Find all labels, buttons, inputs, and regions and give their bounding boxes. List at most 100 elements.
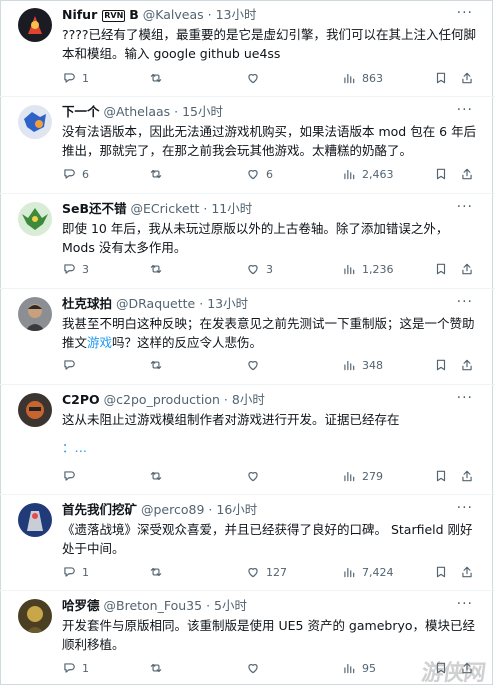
avatar[interactable] bbox=[18, 393, 52, 427]
display-name[interactable]: Nifur bbox=[62, 7, 97, 22]
handle[interactable]: @DRaquette bbox=[116, 296, 195, 311]
tweet[interactable]: SeB还不错 @ECrickett · 11小时 ··· 即使 10 年后，我从… bbox=[0, 194, 495, 289]
handle[interactable]: @ECrickett bbox=[131, 201, 200, 216]
retweet-button[interactable] bbox=[149, 467, 169, 485]
like-button[interactable] bbox=[246, 659, 266, 677]
bookmark-button[interactable] bbox=[434, 356, 448, 374]
views-button[interactable]: 279 bbox=[342, 467, 383, 485]
views-button[interactable]: 2,463 bbox=[342, 165, 394, 183]
bookmark-button[interactable] bbox=[434, 165, 448, 183]
tweet[interactable]: 首先我们挖矿 @perco89 · 16小时 ··· 《遗落战境》深受观众喜爱，… bbox=[0, 495, 495, 591]
timestamp[interactable]: 15小时 bbox=[182, 104, 223, 119]
reply-button[interactable] bbox=[62, 356, 82, 374]
views-button[interactable]: 1,236 bbox=[342, 260, 394, 278]
reply-icon bbox=[64, 567, 75, 577]
tweet-text-part: 吗？这样的反应令人悲伤。 bbox=[112, 335, 263, 350]
like-button[interactable]: 6 bbox=[246, 165, 273, 183]
timestamp[interactable]: 11小时 bbox=[211, 201, 252, 216]
reply-count: 1 bbox=[82, 71, 89, 85]
hashtag-link[interactable]: 游戏 bbox=[87, 335, 112, 350]
more-options-icon[interactable]: ··· bbox=[457, 597, 473, 611]
avatar[interactable] bbox=[18, 105, 52, 139]
views-button[interactable]: 95 bbox=[342, 659, 376, 677]
share-button[interactable] bbox=[460, 563, 474, 581]
share-button[interactable] bbox=[460, 260, 474, 278]
like-button[interactable] bbox=[246, 356, 266, 374]
reply-button[interactable]: 3 bbox=[62, 260, 89, 278]
tweet[interactable]: Nifur RVN B @Kalveas · 13小时 ··· ????已经有了… bbox=[0, 0, 495, 97]
retweet-button[interactable] bbox=[149, 659, 169, 677]
timestamp[interactable]: 5小时 bbox=[214, 598, 247, 613]
more-options-icon[interactable]: ··· bbox=[457, 6, 473, 20]
timestamp[interactable]: 13小时 bbox=[207, 296, 248, 311]
display-name[interactable]: 杜克球拍 bbox=[62, 296, 112, 311]
truncated-link[interactable]: ：… bbox=[62, 438, 477, 457]
display-name[interactable]: SeB还不错 bbox=[62, 201, 127, 216]
views-icon bbox=[344, 360, 355, 371]
like-button[interactable] bbox=[246, 69, 266, 87]
share-icon bbox=[462, 72, 472, 84]
views-icon bbox=[344, 567, 355, 578]
more-options-icon[interactable]: ··· bbox=[457, 103, 473, 117]
like-button[interactable] bbox=[246, 467, 266, 485]
display-name[interactable]: 下一个 bbox=[62, 104, 100, 119]
bookmark-icon bbox=[436, 470, 446, 482]
share-button[interactable] bbox=[460, 165, 474, 183]
share-button[interactable] bbox=[460, 356, 474, 374]
reply-count: 3 bbox=[82, 262, 89, 276]
retweet-icon bbox=[150, 567, 162, 577]
tweet[interactable]: C2PO @c2po_production · 8小时 ··· 这从未阻止过游戏… bbox=[0, 385, 495, 495]
retweet-button[interactable] bbox=[149, 260, 169, 278]
avatar[interactable] bbox=[18, 297, 52, 331]
handle[interactable]: @c2po_production bbox=[104, 392, 220, 407]
more-options-icon[interactable]: ··· bbox=[457, 501, 473, 515]
handle[interactable]: @perco89 bbox=[141, 502, 204, 517]
handle[interactable]: @Athelaas bbox=[104, 104, 171, 119]
retweet-button[interactable] bbox=[149, 69, 169, 87]
reply-button[interactable]: 1 bbox=[62, 69, 89, 87]
retweet-button[interactable] bbox=[149, 356, 169, 374]
like-button[interactable]: 127 bbox=[246, 563, 287, 581]
display-name[interactable]: C2PO bbox=[62, 392, 100, 407]
retweet-icon bbox=[150, 471, 162, 481]
retweet-button[interactable] bbox=[149, 563, 169, 581]
reply-button[interactable]: 1 bbox=[62, 659, 89, 677]
reply-button[interactable]: 6 bbox=[62, 165, 89, 183]
bookmark-button[interactable] bbox=[434, 69, 448, 87]
bookmark-button[interactable] bbox=[434, 260, 448, 278]
display-name[interactable]: 哈罗德 bbox=[62, 598, 100, 613]
avatar[interactable] bbox=[18, 8, 52, 42]
share-icon bbox=[462, 566, 472, 578]
handle[interactable]: @Breton_Fou35 bbox=[104, 598, 203, 613]
tweet[interactable]: 杜克球拍 @DRaquette · 13小时 ··· 我甚至不明白这种反映；在发… bbox=[0, 289, 495, 385]
reply-button[interactable] bbox=[62, 467, 82, 485]
more-options-icon[interactable]: ··· bbox=[457, 295, 473, 309]
views-button[interactable]: 7,424 bbox=[342, 563, 394, 581]
timestamp[interactable]: 13小时 bbox=[216, 7, 257, 22]
views-button[interactable]: 348 bbox=[342, 356, 383, 374]
more-options-icon[interactable]: ··· bbox=[457, 200, 473, 214]
display-name[interactable]: 首先我们挖矿 bbox=[62, 502, 137, 517]
avatar[interactable] bbox=[18, 202, 52, 236]
bookmark-button[interactable] bbox=[434, 467, 448, 485]
share-button[interactable] bbox=[460, 467, 474, 485]
timestamp[interactable]: 16小时 bbox=[216, 502, 257, 517]
retweet-icon bbox=[150, 73, 162, 83]
tweet[interactable]: 下一个 @Athelaas · 15小时 ··· 没有法语版本，因此无法通过游戏… bbox=[0, 97, 495, 194]
bookmark-icon bbox=[436, 72, 446, 84]
handle[interactable]: @Kalveas bbox=[143, 7, 204, 22]
bookmark-button[interactable] bbox=[434, 563, 448, 581]
like-icon bbox=[248, 361, 258, 371]
avatar[interactable] bbox=[18, 503, 52, 537]
views-button[interactable]: 863 bbox=[342, 69, 383, 87]
more-options-icon[interactable]: ··· bbox=[457, 391, 473, 405]
retweet-button[interactable] bbox=[149, 165, 169, 183]
share-button[interactable] bbox=[460, 69, 474, 87]
views-icon bbox=[344, 663, 355, 674]
timestamp[interactable]: 8小时 bbox=[232, 392, 265, 407]
like-icon bbox=[248, 664, 258, 674]
like-button[interactable]: 3 bbox=[246, 260, 273, 278]
tweet-header: C2PO @c2po_production · 8小时 bbox=[62, 391, 455, 409]
reply-button[interactable]: 1 bbox=[62, 563, 89, 581]
avatar[interactable] bbox=[18, 599, 52, 633]
